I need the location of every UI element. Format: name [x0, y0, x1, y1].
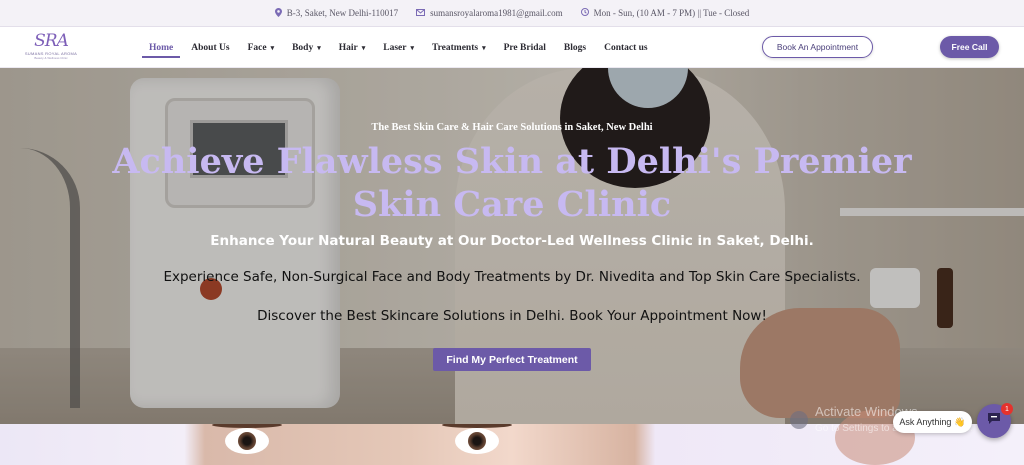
clock-icon: [580, 8, 589, 18]
nav-item-label: Hair: [338, 42, 358, 53]
nav-item-face[interactable]: Face ▾: [239, 27, 284, 68]
nav-item-label: Home: [149, 42, 174, 53]
site-logo[interactable]: SRA SUMANS ROYAL AROMA Beauty & Wellness…: [25, 31, 77, 65]
nav-item-label: Blogs: [563, 42, 587, 53]
chevron-down-icon: ▾: [270, 43, 275, 52]
nav-item-contact-us[interactable]: Contact us: [595, 27, 657, 68]
nav-item-label: Pre Bridal: [503, 42, 546, 53]
logo-mark: SRA: [34, 31, 69, 51]
nav-item-blogs[interactable]: Blogs: [555, 27, 595, 68]
nav-item-label: About Us: [191, 42, 230, 53]
nav-item-label: Laser: [383, 42, 407, 53]
address-text: B-3, Saket, New Delhi-110017: [286, 8, 399, 18]
nav-item-label: Face: [247, 42, 267, 53]
hero-kicker: The Best Skin Care & Hair Care Solutions…: [371, 122, 653, 133]
nav-item-home[interactable]: Home: [140, 27, 182, 68]
chevron-down-icon: ▾: [482, 43, 486, 52]
right-eye-image: [455, 428, 499, 454]
nav-item-hair[interactable]: Hair ▾: [330, 27, 375, 68]
scroll-to-top-button[interactable]: [790, 411, 808, 429]
chevron-down-icon: ▾: [317, 43, 321, 52]
waving-hand-icon: 👋: [954, 416, 966, 427]
free-call-button[interactable]: Free Call: [940, 36, 999, 58]
nav-item-about-us[interactable]: About Us: [182, 27, 238, 68]
hero-subtitle-2: Experience Safe, Non-Surgical Face and B…: [163, 269, 861, 285]
address-item: B-3, Saket, New Delhi-110017: [274, 7, 399, 19]
nav-item-label: Treatments: [431, 42, 479, 53]
hours-item: Mon - Sun, (10 AM - 7 PM) || Tue - Close…: [580, 8, 750, 18]
nav-item-label: Body: [292, 42, 314, 53]
nav-item-treatments[interactable]: Treatments ▾: [423, 27, 495, 68]
left-eye-image: [225, 428, 269, 454]
chat-prompt-bubble[interactable]: Ask Anything 👋: [893, 411, 972, 433]
book-appointment-button[interactable]: Book An Appointment: [762, 36, 873, 58]
find-treatment-button[interactable]: Find My Perfect Treatment: [433, 348, 591, 371]
email-item[interactable]: sumansroyalaroma1981@gmail.com: [416, 8, 563, 18]
chevron-down-icon: ▾: [410, 43, 414, 52]
nav-item-laser[interactable]: Laser ▾: [374, 27, 423, 68]
hero-section: The Best Skin Care & Hair Care Solutions…: [0, 68, 1024, 424]
hero-subtitle-3: Discover the Best Skincare Solutions in …: [257, 308, 767, 324]
nav-item-body[interactable]: Body ▾: [283, 27, 330, 68]
chat-prompt-text: Ask Anything: [899, 417, 952, 427]
chevron-down-icon: ▾: [361, 43, 366, 52]
top-info-bar: B-3, Saket, New Delhi-110017 sumansroyal…: [0, 0, 1024, 27]
hours-text: Mon - Sun, (10 AM - 7 PM) || Tue - Close…: [593, 8, 750, 18]
main-nav: Home About Us Face ▾ Body ▾ Hair ▾ Laser ▾ T…: [140, 27, 657, 68]
hero-headline: Achieve Flawless Skin at Delhi's Premier…: [112, 141, 912, 225]
nav-item-label: Contact us: [604, 42, 648, 53]
chat-icon: [987, 412, 1001, 430]
hero-subtitle-1: Enhance Your Natural Beauty at Our Docto…: [210, 233, 814, 249]
nav-item-pre-bridal[interactable]: Pre Bridal: [495, 27, 555, 68]
logo-tagline: Beauty & Wellness Clinic: [34, 56, 68, 60]
chat-notification-badge: 1: [1001, 403, 1013, 415]
email-link[interactable]: sumansroyalaroma1981@gmail.com: [430, 8, 563, 18]
envelope-icon: [416, 8, 426, 18]
map-pin-icon: [274, 7, 282, 19]
